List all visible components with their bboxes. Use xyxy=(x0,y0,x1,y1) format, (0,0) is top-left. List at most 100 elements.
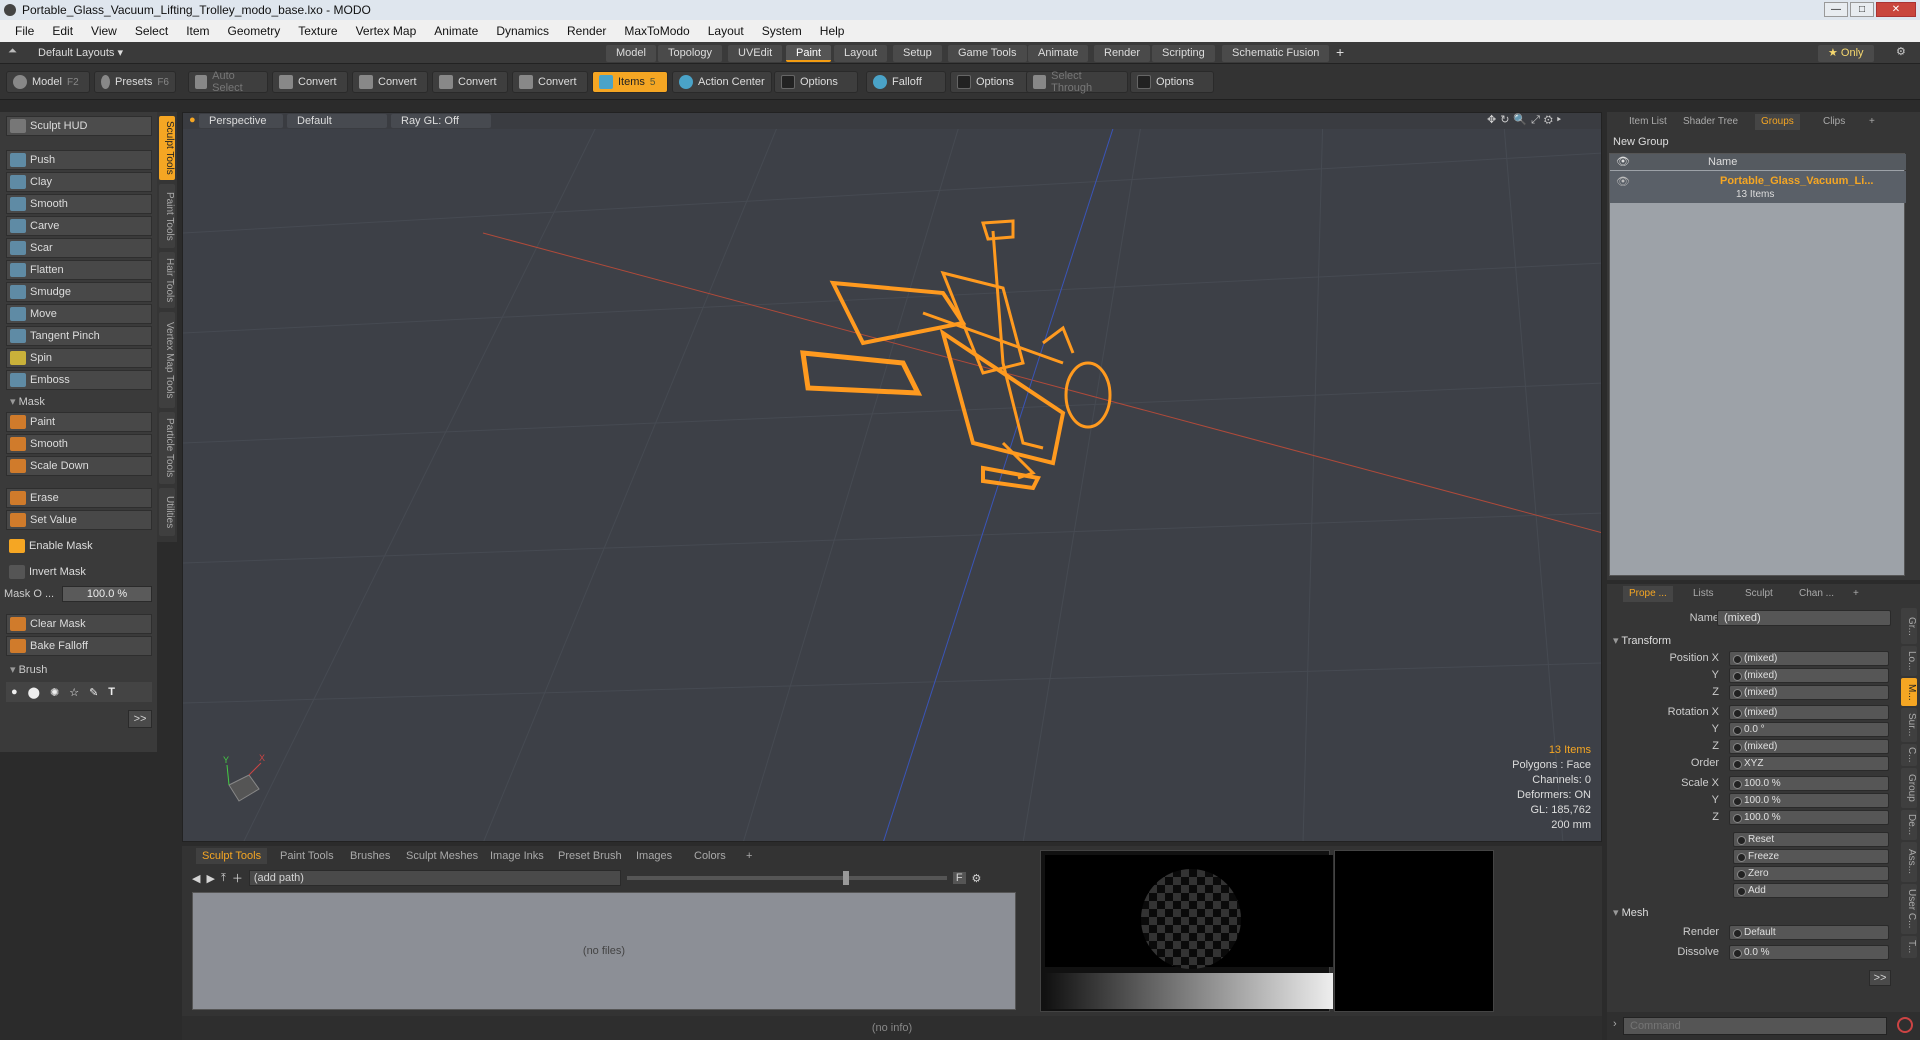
path-dropdown[interactable]: (add path) xyxy=(248,870,621,886)
thumb-size-slider[interactable] xyxy=(626,871,947,885)
tab-animate[interactable]: Animate xyxy=(1028,45,1089,62)
items-button[interactable]: Items 5 xyxy=(592,71,668,93)
convert-button-4[interactable]: Convert xyxy=(512,71,588,93)
rtab-clips[interactable]: Clips xyxy=(1817,114,1851,130)
btab-image-inks[interactable]: Image Inks xyxy=(484,848,550,864)
clear-mask-button[interactable]: Clear Mask xyxy=(6,614,152,634)
render-dropdown[interactable]: Default xyxy=(1729,925,1889,940)
menu-geometry[interactable]: Geometry xyxy=(219,24,290,38)
ptab-side-1[interactable]: Gr... xyxy=(1901,608,1917,644)
viewport-menu-dot[interactable]: ● xyxy=(189,114,196,126)
props-expand-button[interactable]: >> xyxy=(1869,970,1891,986)
sculpt-hud-button[interactable]: Sculpt HUD xyxy=(6,116,152,136)
menu-texture[interactable]: Texture xyxy=(289,24,346,38)
tab-model[interactable]: Model xyxy=(606,45,656,62)
sidetab-sculpt-tools[interactable]: Sculpt Tools xyxy=(159,116,175,180)
soft-brush-icon[interactable]: ● xyxy=(11,686,18,698)
menu-edit[interactable]: Edit xyxy=(43,24,82,38)
model-button[interactable]: Model F2 xyxy=(6,71,90,93)
btab-add[interactable]: + xyxy=(740,848,758,864)
raygl-dropdown[interactable]: Ray GL: Off xyxy=(391,114,491,128)
mask-opacity-field[interactable]: 100.0 % xyxy=(62,586,152,602)
maximize-button[interactable]: □ xyxy=(1850,2,1874,17)
name-field[interactable]: (mixed) xyxy=(1717,610,1891,626)
sidetab-particle-tools[interactable]: Particle Tools xyxy=(159,412,175,484)
tab-layout[interactable]: Layout xyxy=(834,45,888,62)
invert-mask-checkbox[interactable]: Invert Mask xyxy=(6,562,152,582)
ptab-add[interactable]: + xyxy=(1847,586,1865,602)
trolley-wireframe[interactable] xyxy=(800,219,1112,491)
menu-maxtomodo[interactable]: MaxToModo xyxy=(615,24,698,38)
filter-button[interactable]: F xyxy=(952,872,966,884)
reset-dropdown[interactable]: Reset xyxy=(1733,832,1889,847)
back-arrow-icon[interactable]: ◀ xyxy=(192,872,200,885)
auto-select-button[interactable]: Auto Select xyxy=(188,70,268,94)
ptab-channels[interactable]: Chan ... xyxy=(1793,586,1840,602)
tab-uvedit[interactable]: UVEdit xyxy=(728,45,783,62)
btab-brushes[interactable]: Brushes xyxy=(344,848,396,864)
scale-x-field[interactable]: 100.0 % xyxy=(1729,776,1889,791)
convert-button-1[interactable]: Convert xyxy=(272,71,348,93)
transform-section[interactable]: Transform xyxy=(1613,634,1671,647)
rtab-shader-tree[interactable]: Shader Tree xyxy=(1677,114,1744,130)
rtab-item-list[interactable]: Item List xyxy=(1623,114,1673,130)
text-brush-icon[interactable]: T xyxy=(108,686,115,698)
tab-topology[interactable]: Topology xyxy=(658,45,723,62)
tool-clay[interactable]: Clay xyxy=(6,172,152,192)
menu-help[interactable]: Help xyxy=(811,24,854,38)
rotation-x-field[interactable]: (mixed) xyxy=(1729,705,1889,720)
tool-push[interactable]: Push xyxy=(6,150,152,170)
enable-mask-checkbox[interactable]: Enable Mask xyxy=(6,536,152,556)
group-row[interactable]: 👁 Portable_Glass_Vacuum_Li... 13 Items xyxy=(1610,171,1906,203)
btab-preset-brush[interactable]: Preset Brush xyxy=(552,848,628,864)
add-tab-button[interactable]: + xyxy=(1336,44,1344,60)
close-button[interactable]: ✕ xyxy=(1876,2,1916,17)
menu-item[interactable]: Item xyxy=(177,24,218,38)
menu-layout[interactable]: Layout xyxy=(699,24,753,38)
shading-dropdown[interactable]: Default xyxy=(287,114,387,128)
splat-brush-icon[interactable]: ✺ xyxy=(50,686,59,699)
zero-dropdown[interactable]: Zero xyxy=(1733,866,1889,881)
tool-scar[interactable]: Scar xyxy=(6,238,152,258)
rotation-z-field[interactable]: (mixed) xyxy=(1729,739,1889,754)
dissolve-field[interactable]: 0.0 % xyxy=(1729,945,1889,960)
command-input[interactable] xyxy=(1623,1017,1887,1035)
layout-dropdown[interactable]: Default Layouts ▾ xyxy=(38,46,123,59)
menu-file[interactable]: File xyxy=(6,24,43,38)
ptab-lists[interactable]: Lists xyxy=(1687,586,1720,602)
groups-list[interactable]: 👁 Name 👁 Portable_Glass_Vacuum_Li... 13 … xyxy=(1609,153,1906,576)
mask-paint-button[interactable]: Paint xyxy=(6,412,152,432)
btab-sculpt-meshes[interactable]: Sculpt Meshes xyxy=(400,848,484,864)
tool-tangent-pinch[interactable]: Tangent Pinch xyxy=(6,326,152,346)
presets-button[interactable]: Presets F6 xyxy=(94,71,176,93)
view-mode-dropdown[interactable]: Perspective xyxy=(199,114,283,128)
position-x-field[interactable]: (mixed) xyxy=(1729,651,1889,666)
brush-section[interactable]: Brush xyxy=(6,662,152,678)
scale-y-field[interactable]: 100.0 % xyxy=(1729,793,1889,808)
group-name[interactable]: Portable_Glass_Vacuum_Li... xyxy=(1720,175,1873,187)
hard-brush-icon[interactable]: ⬤ xyxy=(28,686,40,699)
scale-z-field[interactable]: 100.0 % xyxy=(1729,810,1889,825)
ptab-sculpt[interactable]: Sculpt xyxy=(1739,586,1779,602)
erase-button[interactable]: Erase xyxy=(6,488,152,508)
mask-section[interactable]: Mask xyxy=(6,394,152,410)
tab-schematic-fusion[interactable]: Schematic Fusion xyxy=(1222,45,1330,62)
ptab-side-8[interactable]: Ass... xyxy=(1901,842,1917,882)
freeze-dropdown[interactable]: Freeze xyxy=(1733,849,1889,864)
menu-animate[interactable]: Animate xyxy=(425,24,487,38)
new-group-button[interactable]: New Group xyxy=(1613,136,1669,148)
star-brush-icon[interactable]: ☆ xyxy=(69,686,79,699)
options-button-3[interactable]: Options xyxy=(1130,71,1214,93)
3d-viewport[interactable]: Y X ● Perspective Default Ray GL: Off ✥↻… xyxy=(182,112,1602,842)
falloff-button[interactable]: Falloff xyxy=(866,71,946,93)
viewport-nav-icons[interactable]: ✥↻🔍⤢⚙▸ xyxy=(1487,113,1565,127)
ptab-side-6[interactable]: Group xyxy=(1901,768,1917,808)
tab-render[interactable]: Render xyxy=(1094,45,1151,62)
btab-colors[interactable]: Colors xyxy=(688,848,732,864)
expand-button[interactable]: >> xyxy=(128,710,152,728)
rtab-groups[interactable]: Groups xyxy=(1755,114,1800,130)
select-through-button[interactable]: Select Through xyxy=(1026,70,1128,94)
btab-paint-tools[interactable]: Paint Tools xyxy=(274,848,340,864)
sidetab-paint-tools[interactable]: Paint Tools xyxy=(159,184,175,248)
ptab-side-2[interactable]: Lo... xyxy=(1901,646,1917,676)
